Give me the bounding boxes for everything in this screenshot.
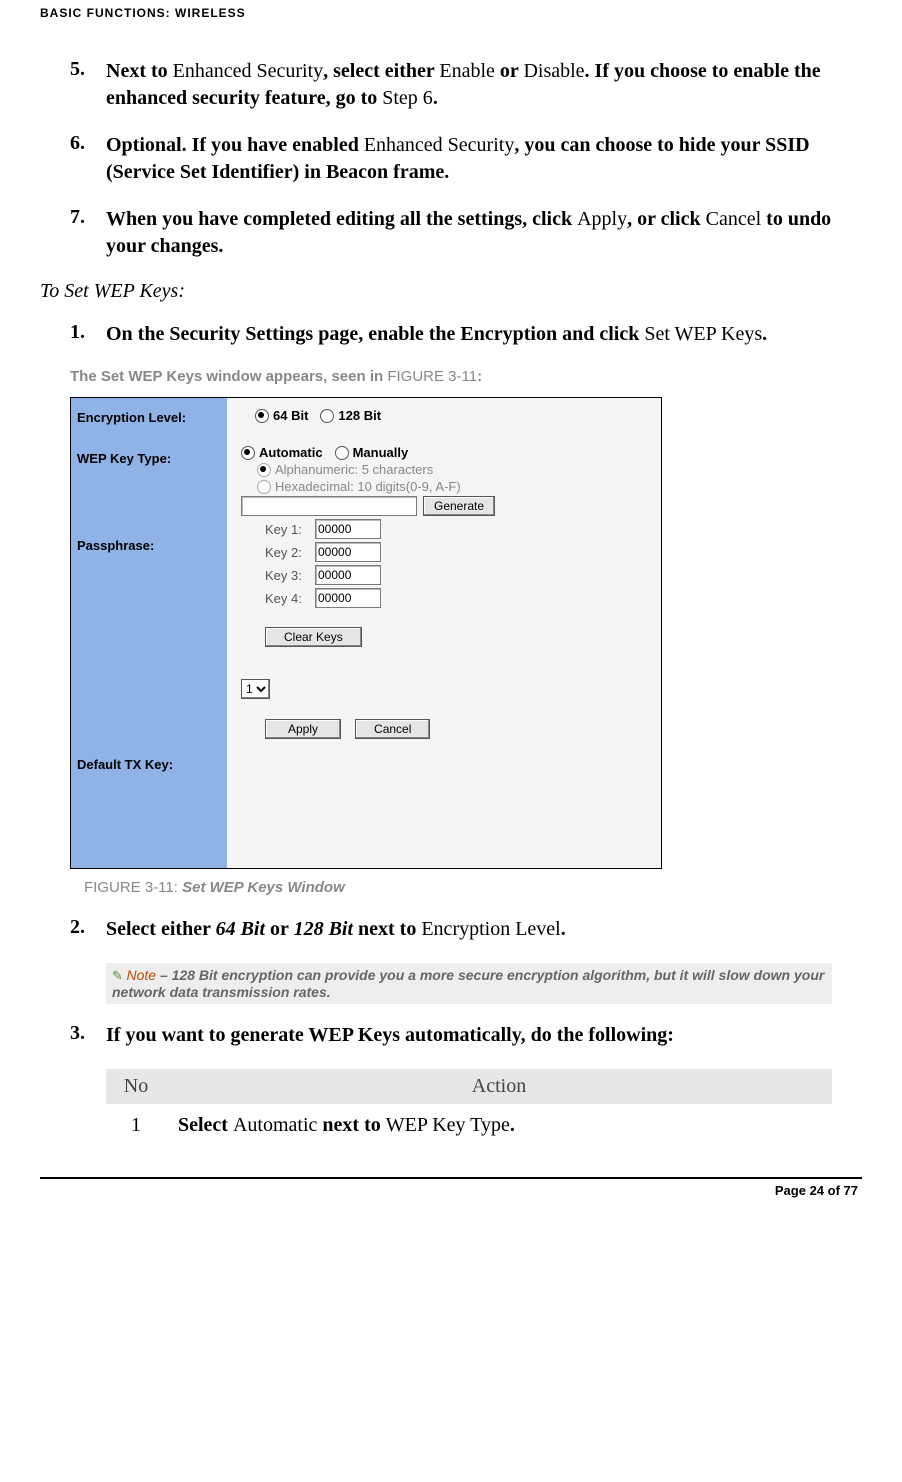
pencil-icon: ✎ (112, 968, 127, 983)
key3-input[interactable] (315, 565, 381, 585)
text: Enable (439, 60, 495, 82)
text: Select either (106, 918, 216, 940)
window-sidebar: Encryption Level: WEP Key Type: Passphra… (71, 398, 227, 868)
radio-manually-label: Manually (353, 445, 409, 460)
list-item-1: 1. On the Security Settings page, enable… (70, 321, 832, 348)
figure-intro: The Set WEP Keys window appears, seen in… (70, 368, 832, 385)
default-tx-key-select[interactable]: 1 (241, 679, 270, 699)
text: Encryption Level (421, 918, 560, 940)
list-num: 1. (70, 321, 106, 348)
text: , or click (627, 208, 706, 230)
figure-ref: FIGURE 3-11: (84, 879, 182, 896)
radio-manually[interactable] (335, 446, 349, 460)
list-item-6: 6. Optional. If you have enabled Enhance… (70, 132, 832, 186)
page-header: BASIC FUNCTIONS: WIRELESS (40, 0, 862, 28)
text: 128 Bit (294, 918, 353, 940)
text: , select either (323, 60, 439, 82)
text: Cancel (706, 208, 762, 230)
radio-128bit[interactable] (320, 409, 334, 423)
cell-action: Select Automatic next to WEP Key Type. (166, 1104, 832, 1147)
footer-rule (40, 1177, 862, 1179)
text: Set WEP Keys (644, 323, 762, 345)
text: next to (317, 1114, 385, 1136)
passphrase-input[interactable] (241, 496, 417, 516)
figure-title: Set WEP Keys Window (182, 879, 345, 896)
text: The Set WEP Keys window appears, seen in (70, 368, 387, 385)
list-num: 7. (70, 206, 106, 260)
text: On the Security Settings page, enable th… (106, 323, 644, 345)
text: or (495, 60, 524, 82)
list-num: 3. (70, 1022, 106, 1049)
radio-automatic-label: Automatic (259, 445, 323, 460)
action-table: No Action 1 Select Automatic next to WEP… (106, 1069, 832, 1147)
list-item-5: 5. Next to Enhanced Security, select eit… (70, 58, 832, 112)
figure-caption: FIGURE 3-11: Set WEP Keys Window (70, 879, 832, 896)
list-num: 6. (70, 132, 106, 186)
table-header: No Action (106, 1069, 832, 1104)
label-encryption-level: Encryption Level: (77, 408, 227, 425)
table-row: 1 Select Automatic next to WEP Key Type. (106, 1104, 832, 1147)
key4-label: Key 4: (265, 591, 315, 606)
text: . (510, 1114, 515, 1136)
clear-keys-button[interactable]: Clear Keys (265, 627, 362, 647)
generate-button[interactable]: Generate (423, 496, 495, 516)
text: Next to (106, 60, 173, 82)
text: . (762, 323, 767, 345)
note-box: ✎ Note – 128 Bit encryption can provide … (106, 963, 832, 1004)
key4-input[interactable] (315, 588, 381, 608)
text: When you have completed editing all the … (106, 208, 577, 230)
window-main: 64 Bit 128 Bit Automatic Manually Alphan… (227, 398, 661, 868)
list-item-7: 7. When you have completed editing all t… (70, 206, 832, 260)
label-default-tx-key: Default TX Key: (77, 755, 227, 772)
radio-alphanumeric-label: Alphanumeric: 5 characters (275, 462, 433, 477)
text: or (265, 918, 294, 940)
apply-button[interactable]: Apply (265, 719, 341, 739)
cell-no: 1 (106, 1104, 166, 1147)
text: Step 6 (382, 87, 433, 109)
text: next to (353, 918, 421, 940)
list-item-3: 3. If you want to generate WEP Keys auto… (70, 1022, 832, 1049)
text: Select (178, 1114, 233, 1136)
radio-alphanumeric[interactable] (257, 463, 271, 477)
note-label: Note (127, 967, 157, 983)
radio-128bit-label: 128 Bit (338, 408, 381, 423)
key2-input[interactable] (315, 542, 381, 562)
cancel-button[interactable]: Cancel (355, 719, 430, 739)
figure-ref: FIGURE 3-11 (387, 368, 477, 385)
text: Automatic (233, 1114, 317, 1136)
text: 64 Bit (216, 918, 265, 940)
list-num: 2. (70, 916, 106, 943)
radio-automatic[interactable] (241, 446, 255, 460)
text: Enhanced Security (173, 60, 324, 82)
key1-label: Key 1: (265, 522, 315, 537)
col-action: Action (166, 1069, 832, 1104)
radio-hexadecimal-label: Hexadecimal: 10 digits(0-9, A-F) (275, 479, 461, 494)
radio-hexadecimal[interactable] (257, 480, 271, 494)
label-wep-key-type: WEP Key Type: (77, 449, 227, 466)
list-num: 5. (70, 58, 106, 112)
note-body: – 128 Bit encryption can provide you a m… (112, 967, 824, 1000)
radio-64bit[interactable] (255, 409, 269, 423)
radio-64bit-label: 64 Bit (273, 408, 308, 423)
text: . (433, 87, 438, 109)
text: WEP Key Type (386, 1114, 510, 1136)
text: Optional. If you have enabled (106, 134, 364, 156)
text: Disable (523, 60, 584, 82)
key3-label: Key 3: (265, 568, 315, 583)
text: If you want to generate WEP Keys automat… (106, 1024, 674, 1046)
page-footer: Page 24 of 77 (40, 1183, 862, 1198)
col-no: No (106, 1069, 166, 1104)
text: Apply (577, 208, 627, 230)
key2-label: Key 2: (265, 545, 315, 560)
list-item-2: 2. Select either 64 Bit or 128 Bit next … (70, 916, 832, 943)
label-passphrase: Passphrase: (77, 536, 227, 553)
text: . (561, 918, 566, 940)
text: Enhanced Security (364, 134, 515, 156)
key1-input[interactable] (315, 519, 381, 539)
wep-keys-window: Encryption Level: WEP Key Type: Passphra… (70, 397, 662, 869)
text: : (477, 368, 482, 385)
section-subhead: To Set WEP Keys: (40, 280, 832, 303)
